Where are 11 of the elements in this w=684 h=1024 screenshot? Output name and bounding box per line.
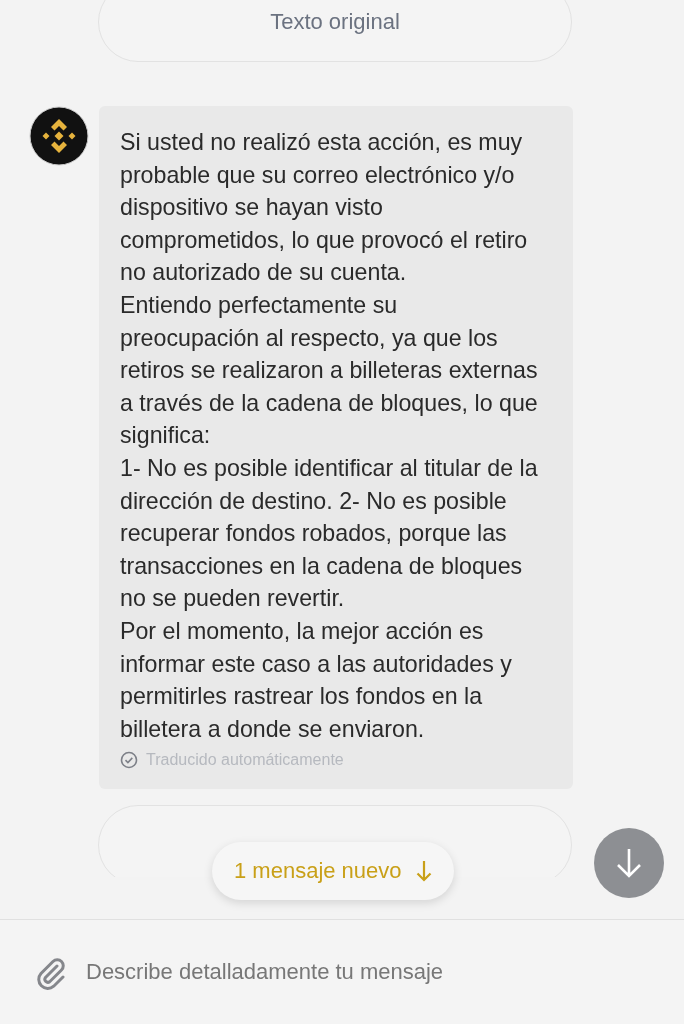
original-text-button[interactable]: Texto original <box>98 0 572 62</box>
arrow-down-icon <box>415 860 432 882</box>
message-paragraph: 1- No es posible identificar al titular de la dirección de destino. 2- No es posible recuperar fondos robados, porque las transacciones en la cadena de bloques no se pueden revertir. <box>120 453 539 614</box>
message-paragraph: Por el momento, la mejor acción es informar este caso a las autoridades y permitirles rastrear los fondos en la billetera a donde se enviaron. <box>120 616 513 744</box>
check-circle-icon <box>120 751 138 770</box>
arrow-down-icon <box>615 847 643 879</box>
message-paragraph: Entiendo perfectamente su preocupación al respecto, ya que los retiros se realizaron a billeteras externas a través de la cadena de bloques, lo que significa: <box>120 290 539 451</box>
avatar-icon <box>29 106 89 166</box>
message-paragraph: Si usted no realizó esta acción, es muy probable que su correo electrónico y/o dispositivo se hayan visto comprometidos, lo que provocó el retiro no autorizado de su cuenta. <box>120 128 529 288</box>
new-message-button[interactable]: 1 mensaje nuevo <box>212 842 454 900</box>
message-input[interactable]: Describe detalladamente tu mensaje <box>86 955 664 989</box>
